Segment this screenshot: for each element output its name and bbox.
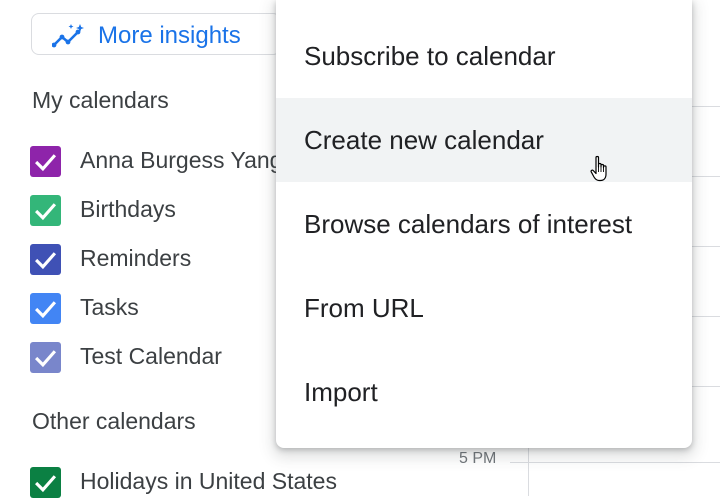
grid-hour-line xyxy=(692,176,720,177)
calendar-item-holidays[interactable]: Holidays in United States xyxy=(30,466,350,500)
checkbox[interactable] xyxy=(30,244,61,275)
checkmark-icon xyxy=(35,301,57,319)
menu-item-create-new-calendar[interactable]: Create new calendar xyxy=(276,98,692,182)
menu-item-subscribe[interactable]: Subscribe to calendar xyxy=(276,14,692,98)
calendar-name: Tasks xyxy=(80,294,139,320)
checkmark-icon xyxy=(35,252,57,270)
grid-hour-line xyxy=(692,316,720,317)
hand-pointer-cursor-icon xyxy=(590,155,612,183)
grid-hour-line xyxy=(692,246,720,247)
menu-item-browse-calendars[interactable]: Browse calendars of interest xyxy=(276,182,692,266)
more-insights-label: More insights xyxy=(98,22,241,49)
menu-item-from-url[interactable]: From URL xyxy=(276,266,692,350)
checkmark-icon xyxy=(35,350,57,368)
my-calendars-heading[interactable]: My calendars xyxy=(32,87,169,114)
checkbox[interactable] xyxy=(30,342,61,373)
calendar-name: Reminders xyxy=(80,245,192,271)
calendar-name: Anna Burgess Yang xyxy=(80,147,283,173)
checkbox[interactable] xyxy=(30,293,61,324)
menu-item-import[interactable]: Import xyxy=(276,350,692,434)
other-calendars-heading[interactable]: Other calendars xyxy=(32,408,196,435)
checkmark-icon xyxy=(35,203,57,221)
grid-vertical-line xyxy=(528,448,529,496)
more-insights-button[interactable]: More insights xyxy=(31,13,281,55)
sparkle-chart-icon xyxy=(51,23,86,49)
calendar-name: Test Calendar xyxy=(80,343,222,369)
grid-hour-line xyxy=(692,386,720,387)
grid-hour-line xyxy=(692,106,720,107)
checkbox[interactable] xyxy=(30,467,61,498)
checkmark-icon xyxy=(35,154,57,172)
calendar-name: Birthdays xyxy=(80,196,176,222)
checkbox[interactable] xyxy=(30,146,61,177)
add-calendar-menu: Subscribe to calendar Create new calenda… xyxy=(276,0,692,448)
grid-hour-line xyxy=(510,462,720,463)
calendar-name: Holidays in United States xyxy=(80,468,337,494)
time-label-5pm: 5 PM xyxy=(459,450,497,467)
checkmark-icon xyxy=(35,475,57,493)
checkbox[interactable] xyxy=(30,195,61,226)
